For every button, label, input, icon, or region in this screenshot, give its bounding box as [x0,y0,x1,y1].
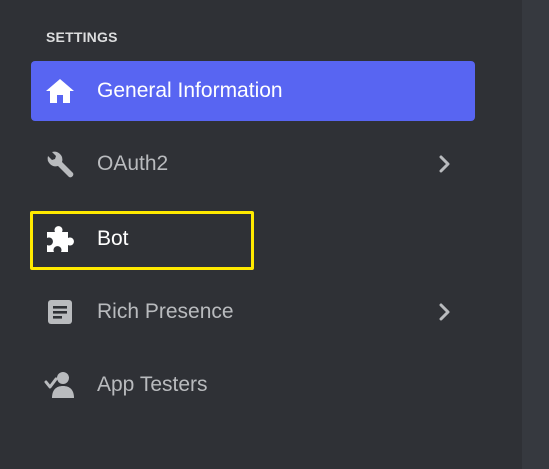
sidebar-item-label: OAuth2 [97,152,169,175]
sidebar-item-bot[interactable]: Bot [31,209,475,269]
sidebar-item-label: App Testers [97,373,208,396]
sidebar-item-rich-presence[interactable]: Rich Presence [31,282,475,342]
puzzle-piece-icon [44,223,76,255]
content-area-edge [522,0,549,469]
sidebar-item-oauth2[interactable]: OAuth2 [31,134,475,194]
sidebar-item-label: Bot [97,227,129,250]
settings-sidebar: SETTINGS General Information OAuth2 Bot … [0,0,522,469]
wrench-icon [44,148,76,180]
sidebar-item-label: General Information [97,79,283,102]
chevron-right-icon [433,300,457,324]
sidebar-item-app-testers[interactable]: App Testers [31,355,475,415]
home-icon [44,75,76,107]
document-icon [44,296,76,328]
sidebar-item-label: Rich Presence [97,300,234,323]
sidebar-item-general-information[interactable]: General Information [31,61,475,121]
user-check-icon [44,369,76,401]
chevron-right-icon [433,152,457,176]
section-header-settings: SETTINGS [46,29,118,45]
